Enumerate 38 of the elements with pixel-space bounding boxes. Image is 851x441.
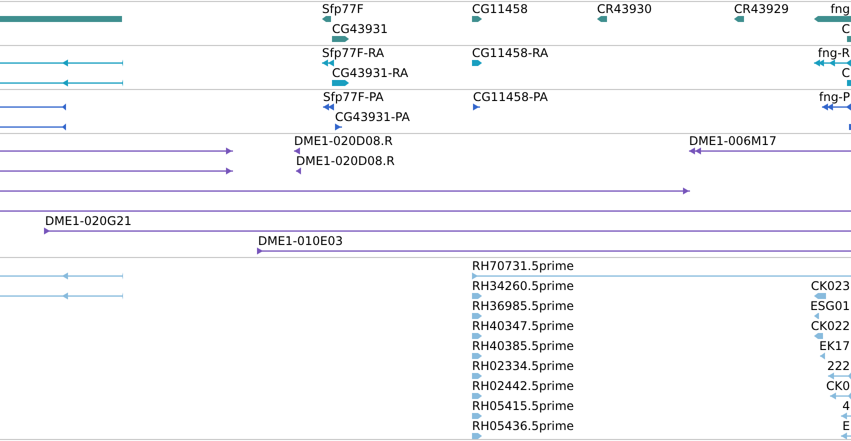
- feature-label: EK17: [819, 339, 850, 353]
- feature-label: CG11458: [472, 2, 528, 16]
- feature-label: CG43931: [332, 22, 388, 36]
- feature-label: RH05436.5prime: [472, 419, 574, 433]
- feature-label: C: [842, 22, 850, 36]
- feature-label: CG43931-PA: [335, 110, 410, 124]
- feature-label: fng-P: [818, 90, 850, 104]
- feature-label: C: [842, 66, 850, 80]
- feature-label: CK0: [826, 379, 850, 393]
- feature-label: RH40385.5prime: [472, 339, 574, 353]
- feature-label: CK022: [810, 319, 850, 333]
- feature-label: CG11458-RA: [472, 46, 548, 60]
- feature-label: fng: [830, 2, 850, 16]
- feature-label: Sfp77F-PA: [323, 90, 384, 104]
- feature-label: CK023: [810, 279, 850, 293]
- feature-label: RH02334.5prime: [472, 359, 574, 373]
- feature-label: RH70731.5prime: [472, 259, 574, 273]
- feature-label: RH36985.5prime: [472, 299, 574, 313]
- feature-label: DME1-006M17: [689, 134, 777, 148]
- feature-label: DME1-010E03: [258, 234, 343, 248]
- feature-label: 222: [827, 359, 850, 373]
- feature-label: Sfp77F: [322, 2, 364, 16]
- feature-label: RH05415.5prime: [472, 399, 574, 413]
- feature-label: RH02442.5prime: [472, 379, 574, 393]
- feature-label: CR43929: [734, 2, 789, 16]
- feature-label: E: [842, 419, 850, 433]
- feature-label: 4: [842, 399, 850, 413]
- feature-label: DME1-020D08.R: [294, 134, 393, 148]
- feature-label: fng-R: [818, 46, 850, 60]
- feature-label: CG43931-RA: [332, 66, 408, 80]
- feature-label: RH40347.5prime: [472, 319, 574, 333]
- feature-label: Sfp77F-RA: [322, 46, 384, 60]
- feature-label: RH34260.5prime: [472, 279, 574, 293]
- feature-label: DME1-020D08.R: [296, 154, 395, 168]
- feature-label: CR43930: [597, 2, 652, 16]
- feature-label: DME1-020G21: [45, 214, 132, 228]
- feature-label: CG11458-PA: [473, 90, 548, 104]
- feature-label: ESG01: [810, 299, 850, 313]
